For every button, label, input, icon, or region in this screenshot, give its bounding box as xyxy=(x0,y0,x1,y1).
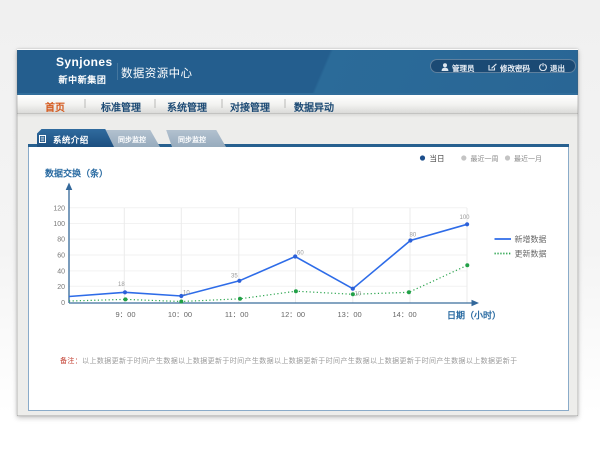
svg-text:100: 100 xyxy=(460,215,471,221)
svg-text:新增数据: 新增数据 xyxy=(515,234,547,244)
svg-text:13：00: 13：00 xyxy=(338,310,362,319)
svg-text:18: 18 xyxy=(118,282,125,288)
svg-text:35: 35 xyxy=(231,274,238,280)
svg-text:11：00: 11：00 xyxy=(225,310,249,319)
svg-text:最近一周: 最近一周 xyxy=(471,154,499,163)
svg-text:20: 20 xyxy=(57,284,65,291)
svg-text:40: 40 xyxy=(57,268,65,275)
svg-text:60: 60 xyxy=(297,251,304,257)
svg-text:80: 80 xyxy=(410,233,417,239)
svg-text:0: 0 xyxy=(61,300,65,307)
svg-text:数据交换（条）: 数据交换（条） xyxy=(45,168,108,179)
svg-text:最近一月: 最近一月 xyxy=(514,154,542,163)
svg-text:9：00: 9：00 xyxy=(115,310,135,319)
svg-text:10: 10 xyxy=(355,292,362,298)
svg-text:10: 10 xyxy=(183,291,190,297)
svg-text:10：00: 10：00 xyxy=(168,310,192,319)
svg-text:更新数据: 更新数据 xyxy=(515,249,547,259)
svg-text:120: 120 xyxy=(53,205,65,212)
svg-text:60: 60 xyxy=(57,253,65,260)
svg-text:12：00: 12：00 xyxy=(281,310,305,319)
svg-text:当日: 当日 xyxy=(430,153,445,163)
svg-text:80: 80 xyxy=(57,237,65,244)
svg-text:日期（小时）: 日期（小时） xyxy=(447,310,501,321)
svg-text:14：00: 14：00 xyxy=(393,310,417,319)
svg-text:100: 100 xyxy=(53,221,65,228)
